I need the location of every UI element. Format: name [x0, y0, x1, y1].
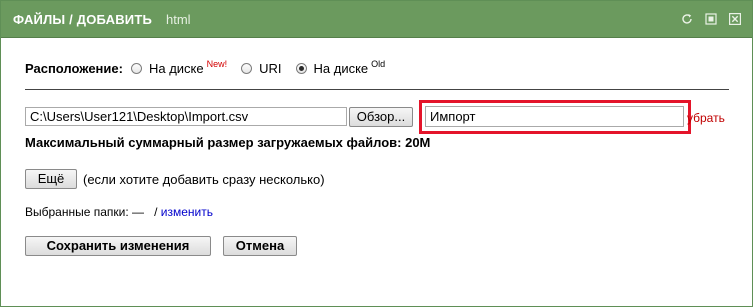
restore-icon[interactable]: [703, 11, 718, 26]
new-badge: New!: [206, 58, 228, 69]
close-icon[interactable]: [727, 11, 742, 26]
folders-value: —: [132, 205, 145, 219]
upload-dialog: ФАЙЛЫ / ДОБАВИТЬ html Расположение: На д…: [0, 0, 753, 307]
max-size-text: Максимальный суммарный размер загружаемы…: [25, 135, 430, 150]
folders-label: Выбранные папки:: [25, 205, 129, 219]
radio-disk-old[interactable]: [295, 63, 307, 74]
old-badge: Old: [371, 58, 386, 69]
titlebar-controls: [679, 11, 742, 26]
option-uri-label: URI: [259, 61, 282, 76]
option-disk-old-label: На диске: [313, 61, 369, 76]
file-name-input[interactable]: Импорт: [425, 106, 684, 127]
location-option-disk-old[interactable]: На диске Old: [295, 58, 386, 76]
change-folders-link[interactable]: изменить: [161, 205, 213, 219]
dialog-subtitle: html: [166, 12, 191, 27]
divider: [25, 89, 729, 90]
radio-disk-new[interactable]: [130, 63, 142, 74]
max-size-label: Максимальный суммарный размер загружаемы…: [25, 135, 402, 150]
location-option-uri[interactable]: URI: [241, 61, 282, 76]
location-label: Расположение:: [25, 61, 123, 76]
folders-separator: /: [154, 205, 158, 219]
max-size-value: 20M: [405, 135, 431, 150]
dialog-title: ФАЙЛЫ / ДОБАВИТЬ: [13, 12, 153, 27]
save-button[interactable]: Сохранить изменения: [25, 236, 211, 256]
browse-button[interactable]: Обзор...: [349, 107, 413, 127]
refresh-icon[interactable]: [679, 11, 694, 26]
option-disk-new-label: На диске: [148, 61, 204, 76]
cancel-button[interactable]: Отмена: [223, 236, 297, 256]
dialog-titlebar[interactable]: ФАЙЛЫ / ДОБАВИТЬ html: [1, 1, 752, 38]
selected-folders-row: Выбранные папки: — / изменить: [25, 205, 213, 219]
remove-link[interactable]: убрать: [687, 111, 725, 125]
file-path-field[interactable]: C:\Users\User121\Desktop\Import.csv: [25, 107, 347, 126]
radio-uri[interactable]: [241, 63, 253, 74]
location-row: Расположение: На диске New! URI На диске…: [25, 58, 399, 77]
location-option-disk-new[interactable]: На диске New!: [130, 58, 228, 76]
add-more-button[interactable]: Ещё: [25, 169, 77, 189]
dialog-body: Расположение: На диске New! URI На диске…: [1, 38, 752, 306]
add-more-hint: (если хотите добавить сразу несколько): [83, 172, 325, 187]
